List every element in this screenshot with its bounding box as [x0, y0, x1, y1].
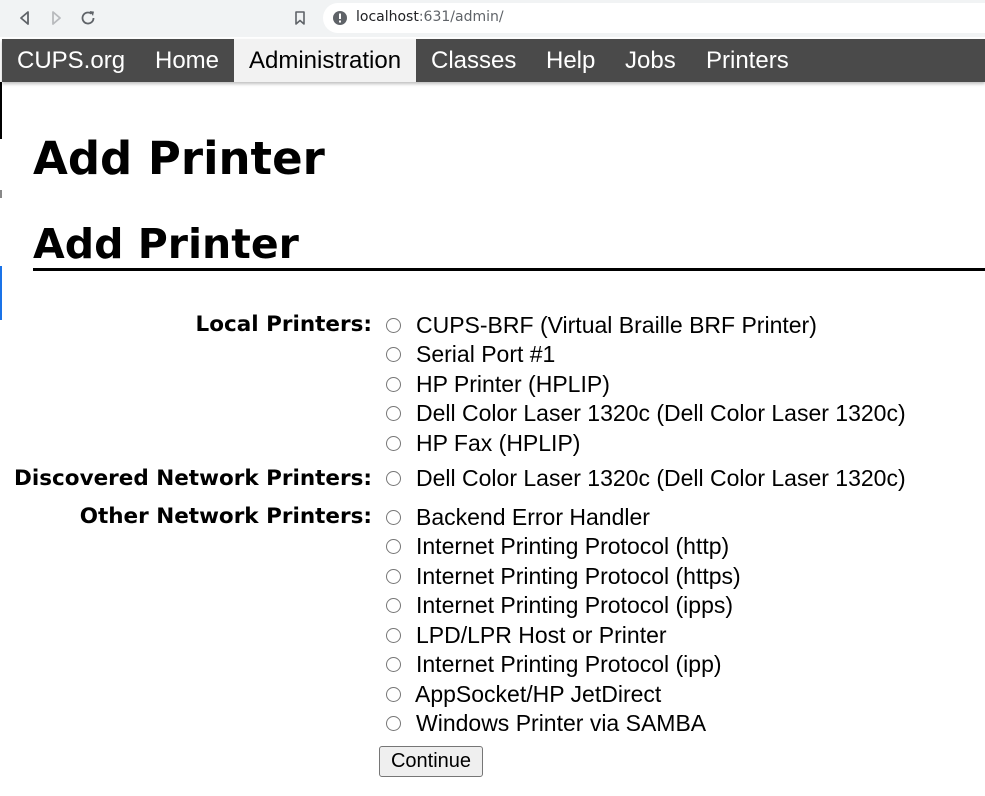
url-path: :631/admin/ [418, 9, 504, 25]
printer-option-label: HP Printer (HPLIP) [416, 371, 610, 397]
radio-button[interactable] [386, 318, 401, 333]
radio-button[interactable] [386, 598, 401, 613]
printer-option-label: Internet Printing Protocol (ipps) [416, 592, 734, 618]
section-title: Add Printer [33, 220, 299, 268]
forward-icon[interactable] [47, 9, 65, 27]
nav-cups-org[interactable]: CUPS.org [17, 39, 125, 82]
nav-printers[interactable]: Printers [706, 39, 789, 82]
local-printers-label: Local Printers: [195, 312, 372, 337]
radio-button[interactable] [386, 406, 401, 421]
radio-button[interactable] [386, 539, 401, 554]
window-edge [0, 82, 2, 139]
radio-button[interactable] [386, 436, 401, 451]
printer-option-label: Backend Error Handler [416, 504, 650, 530]
printer-option-label: Internet Printing Protocol (ipp) [416, 651, 722, 677]
radio-button[interactable] [386, 628, 401, 643]
radio-button[interactable] [386, 471, 401, 486]
radio-button[interactable] [386, 657, 401, 672]
site-info-icon[interactable] [332, 10, 348, 26]
reload-icon[interactable] [79, 9, 97, 27]
window-edge-mark [0, 190, 2, 198]
discovered-network-printers-label: Discovered Network Printers: [14, 466, 372, 491]
back-icon[interactable] [16, 9, 34, 27]
section-divider [33, 268, 985, 271]
url-host: localhost [356, 9, 419, 25]
printer-option-label: Dell Color Laser 1320c (Dell Color Laser… [416, 465, 906, 491]
page-title: Add Printer [33, 132, 325, 185]
nav-classes[interactable]: Classes [431, 39, 516, 82]
radio-button[interactable] [386, 377, 401, 392]
printer-option-label: Serial Port #1 [416, 341, 556, 367]
printer-option-label: AppSocket/HP JetDirect [415, 681, 662, 707]
url-text: localhost:631/admin/ [356, 9, 504, 25]
address-bar[interactable]: localhost:631/admin/ [323, 3, 985, 33]
nav-home[interactable]: Home [155, 39, 219, 82]
cups-nav-bar: CUPS.org Home Administration Classes Hel… [2, 39, 985, 82]
printer-option-label: Windows Printer via SAMBA [416, 710, 707, 736]
radio-button[interactable] [386, 569, 401, 584]
printer-option-label: Internet Printing Protocol (https) [416, 563, 741, 589]
nav-administration[interactable]: Administration [234, 39, 417, 82]
radio-button[interactable] [386, 687, 401, 702]
radio-button[interactable] [386, 510, 401, 525]
printer-option-label: Internet Printing Protocol (http) [416, 533, 730, 559]
printer-option-label: LPD/LPR Host or Printer [416, 622, 667, 648]
continue-button[interactable]: Continue [379, 746, 483, 777]
printer-option-label: Dell Color Laser 1320c (Dell Color Laser… [416, 400, 906, 426]
printer-option-label: CUPS-BRF (Virtual Braille BRF Printer) [416, 312, 817, 338]
bookmark-icon[interactable] [291, 9, 309, 27]
browser-toolbar: localhost:631/admin/ [0, 0, 985, 37]
radio-button[interactable] [386, 716, 401, 731]
printer-option-label: HP Fax (HPLIP) [416, 430, 581, 456]
window-edge-accent [0, 266, 2, 320]
nav-help[interactable]: Help [546, 39, 595, 82]
other-network-printers-label: Other Network Printers: [79, 504, 372, 529]
nav-jobs[interactable]: Jobs [625, 39, 676, 82]
radio-button[interactable] [386, 347, 401, 362]
